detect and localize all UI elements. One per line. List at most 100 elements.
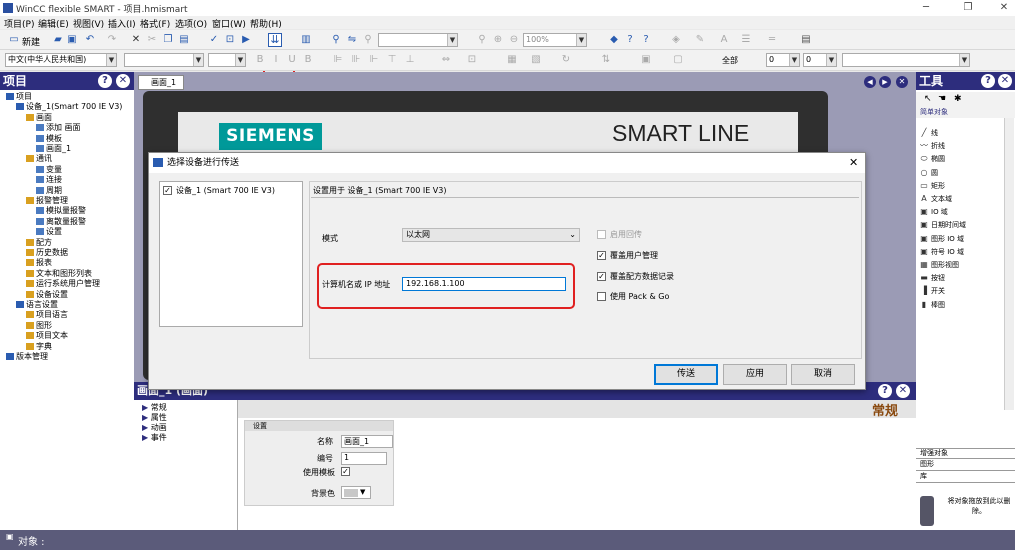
menu-format[interactable]: 格式(F) xyxy=(140,17,170,30)
tree-item[interactable]: 添加 画面 xyxy=(36,122,81,133)
zoom-out-icon[interactable]: ⊖ xyxy=(508,34,520,46)
context-help-icon[interactable]: ? xyxy=(640,34,652,46)
tool-item[interactable]: ○ 圆 xyxy=(920,168,939,178)
line-style-icon[interactable]: ☰ xyxy=(740,34,752,46)
tree-item[interactable]: 连接 xyxy=(36,174,62,185)
spin-2[interactable]: 0 ▼ xyxy=(803,53,837,67)
new-icon[interactable]: ▭ xyxy=(8,34,20,46)
device-list-item[interactable]: ✓ 设备_1 (Smart 700 IE V3) xyxy=(163,185,275,196)
section-simple-objects[interactable]: 简单对象 xyxy=(920,107,948,117)
save-icon[interactable]: ▣ xyxy=(66,34,78,46)
rotate-icon[interactable]: ↻ xyxy=(560,54,572,66)
tree-item[interactable]: 项目 xyxy=(6,91,32,102)
menu-options[interactable]: 选项(O) xyxy=(175,17,207,30)
menu-help[interactable]: 帮助(H) xyxy=(250,17,282,30)
tool-item[interactable]: ▣ 日期时间域 xyxy=(920,220,966,230)
overwrite-recipes-option[interactable]: ✓ 覆盖配方数据记录 xyxy=(597,271,674,282)
tree-item[interactable]: 报表 xyxy=(26,257,52,268)
transfer-button[interactable]: ⇊ xyxy=(268,33,282,47)
pointer-icon[interactable]: ↖ xyxy=(924,94,932,104)
zoom-fit-icon[interactable]: ⚲ xyxy=(476,34,488,46)
underline-icon[interactable]: U xyxy=(286,54,298,66)
tools-scrollbar[interactable] xyxy=(1004,118,1014,410)
tool-item[interactable]: ▣ 图形 IO 域 xyxy=(920,234,964,244)
undo-icon[interactable]: ↶ xyxy=(84,34,96,46)
tool-item[interactable]: ▦ 图形视图 xyxy=(920,260,959,270)
tree-item[interactable]: 版本管理 xyxy=(6,351,48,362)
bring-front-icon[interactable]: ▦ xyxy=(506,54,518,66)
object-select-combo[interactable]: ▼ xyxy=(842,53,970,67)
tree-item[interactable]: 设置 xyxy=(36,226,62,237)
tool-item[interactable]: ▬ 按钮 xyxy=(920,273,945,283)
cancel-button[interactable]: 取消 xyxy=(791,364,855,385)
cut-icon[interactable]: ✂ xyxy=(146,34,158,46)
ungroup-icon[interactable]: ▢ xyxy=(672,54,684,66)
fill-color-icon[interactable]: ◈ xyxy=(670,34,682,46)
tree-item[interactable]: 运行系统用户管理 xyxy=(26,278,100,289)
language-combo[interactable]: 中文(中华人民共和国) ▼ xyxy=(5,53,117,67)
object-combo[interactable]: ▼ xyxy=(378,33,458,47)
compile-icon[interactable]: ⊡ xyxy=(224,34,236,46)
open-icon[interactable]: ▰ xyxy=(52,34,64,46)
tool-item[interactable]: ▣ IO 域 xyxy=(920,207,948,217)
new-button[interactable]: 新建 xyxy=(22,35,40,48)
tree-item[interactable]: 项目语言 xyxy=(26,309,68,320)
name-field[interactable]: 画面_1 xyxy=(341,435,393,448)
flip-icon[interactable]: ⇅ xyxy=(600,54,612,66)
font-combo[interactable]: ▼ xyxy=(124,53,204,67)
close-icon[interactable]: ✕ xyxy=(896,384,910,398)
next-tab-icon[interactable]: ▶ xyxy=(879,76,891,88)
font-color-icon[interactable]: A xyxy=(718,34,730,46)
tree-item[interactable]: 变量 xyxy=(36,164,62,175)
section-graphics[interactable]: 图形 xyxy=(920,459,934,469)
menu-insert[interactable]: 插入(I) xyxy=(108,17,136,30)
help-icon[interactable]: ? xyxy=(98,74,112,88)
tool-item[interactable]: ▣ 符号 IO 域 xyxy=(920,247,964,257)
close-icon[interactable]: ✕ xyxy=(998,74,1012,88)
section-enhanced-objects[interactable]: 增强对象 xyxy=(920,448,948,458)
tree-item[interactable]: 模板 xyxy=(36,133,62,144)
tree-item[interactable]: 语言设置 xyxy=(16,299,58,310)
line-width-icon[interactable]: ═ xyxy=(766,34,778,46)
maximize-button[interactable]: ❐ xyxy=(962,2,974,14)
line-color-icon[interactable]: ✎ xyxy=(694,34,706,46)
tree-item[interactable]: 报警管理 xyxy=(26,195,68,206)
tool-item[interactable]: ▭ 矩形 xyxy=(920,181,945,191)
help-icon[interactable]: ? xyxy=(878,384,892,398)
library-icon[interactable]: ◆ xyxy=(608,34,620,46)
help-icon[interactable]: ? xyxy=(981,74,995,88)
same-size-icon[interactable]: ⊡ xyxy=(466,54,478,66)
find-icon[interactable]: ⚲ xyxy=(330,34,342,46)
tool-item[interactable]: ▐ 开关 xyxy=(920,286,945,296)
italic-icon[interactable]: I xyxy=(270,54,282,66)
replace-icon[interactable]: ⇋ xyxy=(346,34,358,46)
minimize-button[interactable]: ─ xyxy=(920,2,932,14)
tree-item[interactable]: 周期 xyxy=(36,185,62,196)
hand-icon[interactable]: ☚ xyxy=(938,94,946,104)
tree-item[interactable]: 画面_1 xyxy=(36,143,71,154)
tree-item[interactable]: 设备_1(Smart 700 IE V3) xyxy=(16,101,122,112)
strike-icon[interactable]: B xyxy=(302,54,314,66)
close-tab-icon[interactable]: ✕ xyxy=(896,76,908,88)
number-field[interactable]: 1 xyxy=(341,452,387,465)
font-size-combo[interactable]: ▼ xyxy=(208,53,246,67)
distribute-icon[interactable]: ⇔ xyxy=(440,54,452,66)
tree-item[interactable]: 离散量报警 xyxy=(36,216,86,227)
import-icon[interactable]: ▥ xyxy=(300,34,312,46)
group-icon[interactable]: ▣ xyxy=(640,54,652,66)
tab-screen-1[interactable]: 画面_1 xyxy=(138,75,184,90)
align-left-icon[interactable]: ⊫ xyxy=(332,54,344,66)
tool-item[interactable]: ╱ 线 xyxy=(920,128,938,138)
tree-item[interactable]: 设备设置 xyxy=(26,289,68,300)
zoom-combo[interactable]: 100% ▼ xyxy=(523,33,587,47)
section-library[interactable]: 库 xyxy=(920,471,927,481)
tree-item[interactable]: 画面 xyxy=(26,112,52,123)
tool-item[interactable]: 〰折线 xyxy=(920,141,945,151)
align-middle-icon[interactable]: ⊥ xyxy=(404,54,416,66)
align-right-icon[interactable]: ⊩ xyxy=(368,54,380,66)
layout-icon[interactable]: ▤ xyxy=(800,34,812,46)
close-window-button[interactable]: ✕ xyxy=(998,2,1010,14)
tree-item[interactable]: 通讯 xyxy=(26,153,52,164)
tree-item[interactable]: 项目文本 xyxy=(26,330,68,341)
ip-address-field[interactable]: 192.168.1.100 xyxy=(402,277,566,291)
